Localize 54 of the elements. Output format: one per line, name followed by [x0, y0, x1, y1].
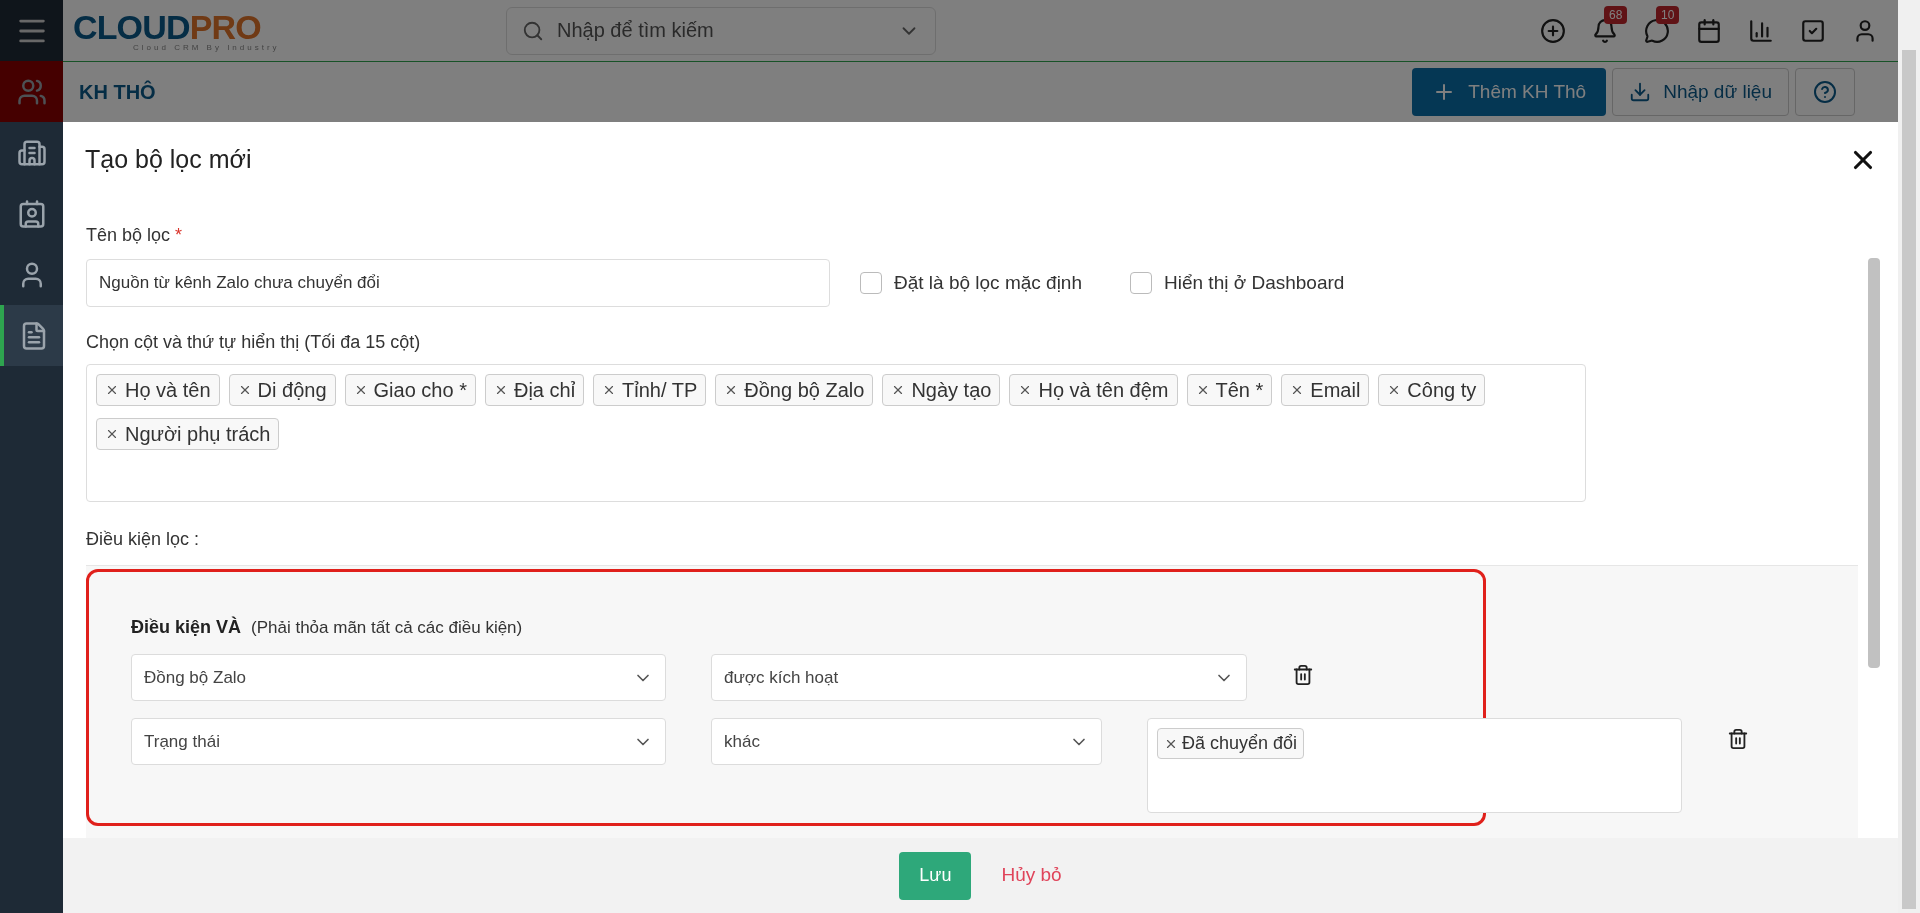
value-tag[interactable]: Đã chuyển đổi	[1157, 728, 1305, 759]
delete-icon[interactable]	[1727, 728, 1749, 750]
field-select[interactable]: Trạng thái	[131, 718, 666, 765]
group-hint: (Phải thỏa mãn tất cả các điều kiện)	[251, 616, 523, 639]
column-tag[interactable]: Di động	[228, 374, 336, 406]
remove-icon[interactable]	[105, 427, 119, 441]
bar-chart-icon[interactable]	[1748, 17, 1774, 44]
notification-badge: 68	[1604, 5, 1628, 24]
import-button[interactable]: Nhập dữ liệu	[1612, 68, 1789, 116]
remove-icon[interactable]	[105, 383, 119, 397]
column-tag[interactable]: Họ và tên đệm	[1009, 374, 1178, 406]
calendar-icon[interactable]	[1696, 17, 1722, 44]
download-icon	[1629, 81, 1652, 103]
checkbox-label: Đặt là bộ lọc mặc định	[894, 270, 1082, 295]
column-tag[interactable]: Họ và tên	[96, 374, 220, 406]
filter-name-field[interactable]: Nguồn từ kênh Zalo chưa chuyển đổi	[86, 259, 830, 307]
column-tag[interactable]: Tỉnh/ TP	[593, 374, 707, 406]
checkbox-label: Hiển thị ở Dashboard	[1164, 270, 1345, 295]
column-tag[interactable]: Email	[1281, 374, 1370, 406]
checkbox[interactable]	[1130, 272, 1152, 294]
column-tag[interactable]: Người phụ trách	[96, 418, 280, 450]
search-icon	[522, 19, 544, 42]
operator-select[interactable]: được kích hoạt	[711, 654, 1247, 701]
required-mark: *	[175, 225, 183, 245]
delete-icon[interactable]	[1292, 664, 1314, 686]
add-circle-icon[interactable]	[1540, 17, 1566, 44]
bell-icon[interactable]	[1592, 17, 1618, 44]
cancel-link[interactable]: Hủy bỏ	[1001, 861, 1062, 890]
column-tag[interactable]: Tên *	[1186, 374, 1273, 406]
checkbox[interactable]	[860, 272, 882, 294]
columns-select-box[interactable]: Họ và tên Di động Giao cho * Địa chỉ Tỉnh/ TP Đồng bộ Zalo Ngày tạo Họ và tên đệm Tên * Email Công ty Người phụ trách	[86, 364, 1586, 502]
checkbox-icon[interactable]	[1800, 17, 1826, 44]
field-select[interactable]: Đồng bộ Zalo	[131, 654, 666, 701]
dialog-title: Tạo bộ lọc mới	[85, 144, 252, 176]
column-tag[interactable]: Đồng bộ Zalo	[715, 374, 874, 406]
contact-card-icon	[16, 198, 47, 229]
column-tag[interactable]: Công ty	[1378, 374, 1486, 406]
value-select-box[interactable]: Đã chuyển đổi	[1147, 718, 1682, 813]
page-title: KH THÔ	[79, 79, 156, 105]
help-icon	[1813, 80, 1837, 104]
column-tag[interactable]: Ngày tạo	[882, 374, 1001, 406]
operator-select[interactable]: khác	[711, 718, 1102, 765]
columns-label: Chọn cột và thứ tự hiển thị (Tối đa 15 cột)	[86, 331, 422, 354]
help-button[interactable]	[1795, 68, 1855, 116]
sidebar-item[interactable]	[0, 305, 63, 366]
column-tag[interactable]: Địa chỉ	[484, 374, 585, 406]
notification-badge: 10	[1656, 5, 1680, 24]
field-label: Tên bộ lọc	[86, 225, 171, 245]
search-field[interactable]: Nhập để tìm kiếm	[506, 6, 936, 55]
chat-bubble-icon[interactable]	[1644, 17, 1670, 44]
group-title: Điều kiện VÀ	[131, 615, 242, 639]
page-scrollbar[interactable]	[1898, 0, 1920, 913]
column-tag[interactable]: Giao cho *	[344, 374, 476, 406]
conditions-label: Điều kiện lọc :	[86, 528, 201, 551]
